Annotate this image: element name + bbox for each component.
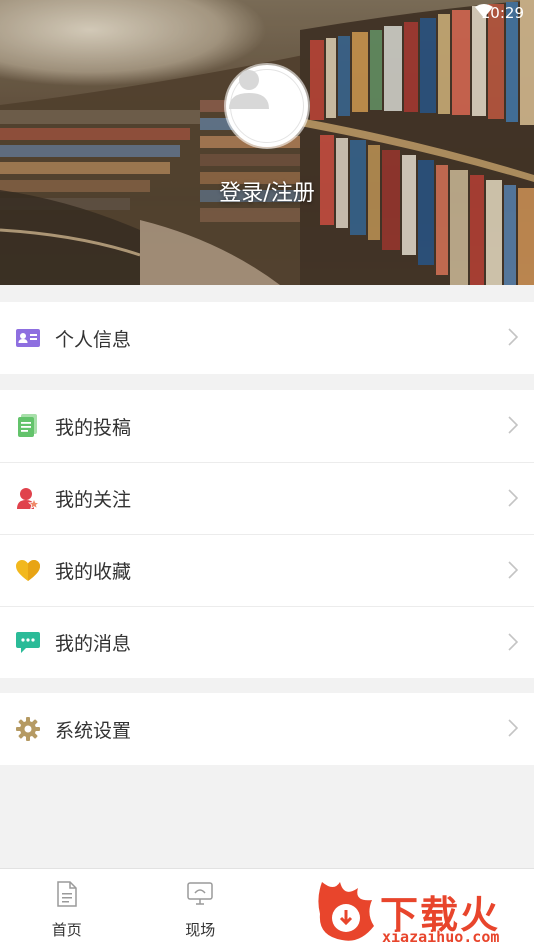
nav-tab-live[interactable]: 现场 <box>134 869 268 949</box>
menu-item-system-settings[interactable]: 系统设置 <box>0 693 534 765</box>
chevron-right-icon <box>508 719 519 741</box>
menu-item-my-follows[interactable]: 我的关注 <box>0 462 534 534</box>
heart-icon <box>16 559 40 583</box>
menu-group-settings: 系统设置 <box>0 693 534 765</box>
menu-item-my-submissions[interactable]: 我的投稿 <box>0 390 534 462</box>
watermark-url: xiazaihuo.com <box>382 928 500 946</box>
status-bar: 10:29 <box>474 4 524 22</box>
document-icon <box>16 414 40 438</box>
menu-item-label: 我的消息 <box>55 633 132 655</box>
menu-item-label: 个人信息 <box>55 328 132 351</box>
menu-item-personal-info[interactable]: 个人信息 <box>0 302 534 374</box>
nav-label: 现场 <box>185 921 216 939</box>
header-banner: 10:29 登录/注册 <box>0 0 534 285</box>
menu-group-profile: 个人信息 <box>0 302 534 374</box>
watermark-logo: 下载火 xiazaihuo.com <box>314 878 534 948</box>
menu-item-my-favorites[interactable]: 我的收藏 <box>0 534 534 606</box>
nav-label: 首页 <box>51 921 82 939</box>
user-star-icon <box>16 487 40 511</box>
id-card-icon <box>16 326 40 350</box>
menu-item-label: 我的投稿 <box>55 416 132 439</box>
gear-icon <box>16 717 40 741</box>
menu-item-label: 我的收藏 <box>55 561 132 583</box>
chevron-right-icon <box>508 633 519 655</box>
user-avatar-icon <box>229 69 304 143</box>
home-doc-icon <box>56 881 78 911</box>
chat-icon <box>16 631 40 655</box>
menu-item-my-messages[interactable]: 我的消息 <box>0 606 534 678</box>
menu-group-activity: 我的投稿 我的关注 我的收藏 我的消息 <box>0 390 534 678</box>
login-register-link[interactable]: 登录/注册 <box>0 175 534 207</box>
avatar[interactable] <box>226 65 308 147</box>
monitor-icon <box>187 881 213 911</box>
menu-item-label: 我的关注 <box>55 489 132 511</box>
nav-tab-home[interactable]: 首页 <box>0 869 134 949</box>
chevron-right-icon <box>508 416 519 438</box>
chevron-right-icon <box>508 328 519 350</box>
chevron-right-icon <box>508 561 519 583</box>
chevron-right-icon <box>508 489 519 511</box>
menu-item-label: 系统设置 <box>55 719 132 742</box>
